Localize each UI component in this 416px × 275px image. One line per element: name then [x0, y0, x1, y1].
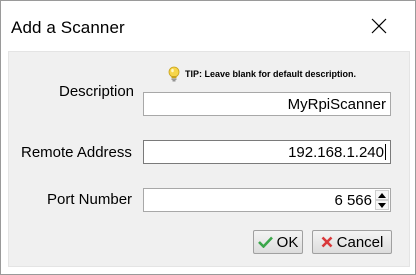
x-mark-icon: [321, 236, 333, 248]
ok-label: OK: [276, 233, 299, 251]
port-number-value: 6 566: [334, 192, 372, 209]
text-caret: [385, 144, 386, 160]
arrow-down-icon: [378, 202, 386, 208]
close-button[interactable]: [360, 9, 398, 43]
checkmark-icon: [257, 236, 273, 248]
cancel-button[interactable]: Cancel: [312, 230, 392, 254]
arrow-up-icon: [378, 192, 386, 198]
remote-address-label: Remote Address: [21, 144, 132, 161]
spinner-arrows: [375, 190, 389, 210]
ok-button[interactable]: OK: [253, 230, 303, 254]
window-title: Add a Scanner: [11, 18, 125, 37]
remote-address-value: 192.168.1.240: [288, 144, 384, 161]
description-field[interactable]: MyRpiScanner: [143, 92, 391, 116]
lightbulb-icon: [168, 66, 180, 82]
description-label: Description: [59, 83, 135, 100]
tip-text: TIP: Leave blank for default description…: [185, 69, 357, 79]
spinner-up-button[interactable]: [375, 190, 389, 200]
title-bar[interactable]: Add a Scanner: [1, 1, 415, 51]
spinner-down-button[interactable]: [375, 200, 389, 210]
cancel-label: Cancel: [336, 233, 384, 251]
dialog-content: TIP: Leave blank for default description…: [8, 51, 410, 267]
remote-address-field[interactable]: 192.168.1.240: [143, 140, 391, 164]
port-number-label: Port Number: [47, 191, 133, 208]
tip-message: TIP: Leave blank for default description…: [167, 66, 356, 82]
close-icon: [371, 18, 387, 34]
description-value: MyRpiScanner: [287, 96, 386, 113]
port-number-spinner[interactable]: 6 566: [143, 188, 391, 212]
add-scanner-dialog: Add a Scanner TIP: Leave blank for defau…: [0, 0, 416, 275]
